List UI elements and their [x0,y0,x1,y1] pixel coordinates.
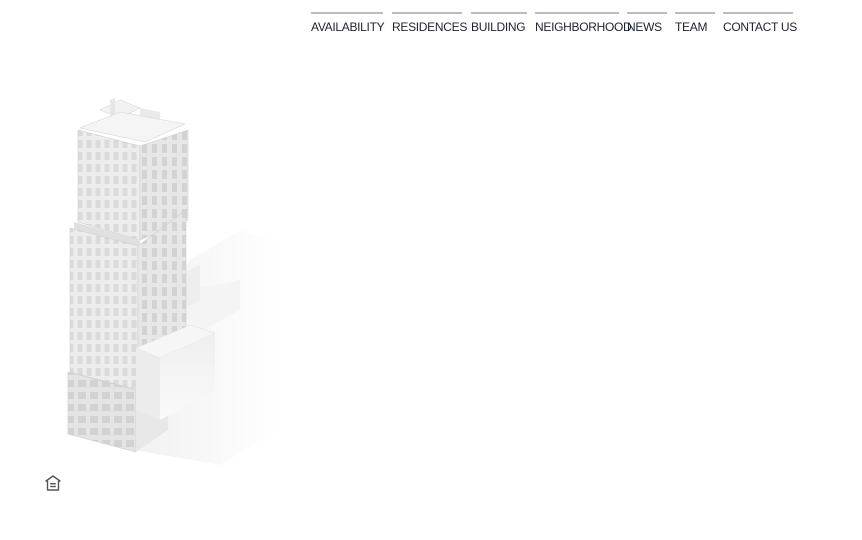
nav-item-neighborhood[interactable]: NEIGHBORHOOD [535,12,632,34]
main-nav: AVAILABILITY RESIDENCES BUILDING NEIGHBO… [311,12,797,34]
nav-item-availability[interactable]: AVAILABILITY [311,12,385,34]
nav-item-news[interactable]: NEWS [627,12,667,34]
page: AVAILABILITY RESIDENCES BUILDING NEIGHBO… [0,0,862,540]
equal-housing-opportunity-icon [45,475,61,491]
nav-item-contact-us[interactable]: CONTACT US [723,12,797,34]
nav-item-residences[interactable]: RESIDENCES [392,12,467,34]
nav-item-team[interactable]: TEAM [675,12,715,34]
nav-item-building[interactable]: BUILDING [471,12,527,34]
building-rendering [67,98,280,465]
